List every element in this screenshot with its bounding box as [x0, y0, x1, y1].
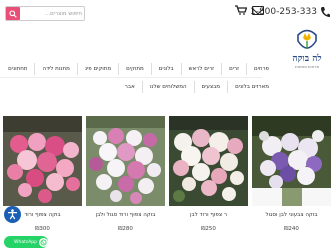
product-grid: בוקה צבעוני לבן וסגול ₪240 ר צפוף ורוד ל… — [0, 116, 336, 252]
whatsapp-label: WhatsApp — [14, 239, 37, 245]
nav-item-bouquets[interactable]: זרים — [221, 63, 246, 75]
whatsapp-icon — [39, 237, 48, 247]
phone-icon — [321, 7, 330, 17]
search-icon — [9, 9, 17, 18]
top-bar: 1-800-253-333 — [0, 0, 336, 26]
nav-item-sales[interactable]: מבצעים — [193, 81, 228, 93]
product-image[interactable] — [252, 116, 331, 206]
nav-item-flowers[interactable]: פרחים — [245, 63, 276, 75]
product-price: ₪280 — [118, 226, 133, 232]
tulip-logo-icon — [297, 29, 317, 49]
product-title[interactable]: בוקה צפוף ורוד סגול ולבן — [86, 212, 165, 218]
site-logo[interactable]: לה בוקה פרחים ומתנות — [286, 29, 328, 81]
nav-item-more[interactable]: אבר — [118, 81, 142, 93]
product-card[interactable]: ר צפוף ורוד לבן ₪250 — [169, 116, 248, 252]
nav-item-sweets[interactable]: מתוקים — [118, 63, 151, 75]
nav-item-head-wreaths[interactable]: זרים לראש — [180, 63, 221, 75]
search-input[interactable] — [20, 8, 82, 19]
secondary-nav: מארזים בלונים מבצעים המשלוחים שלנו אבר — [118, 81, 276, 93]
product-card[interactable]: בוקה צפוף ורוד סגול ולבן ₪280 — [86, 116, 165, 252]
logo-name: לה בוקה — [292, 54, 322, 64]
product-image[interactable] — [169, 116, 248, 206]
accessibility-icon — [8, 209, 17, 220]
product-title[interactable]: ר צפוף ורוד לבן — [169, 212, 248, 218]
envelope-icon[interactable] — [252, 6, 264, 15]
product-image[interactable] — [86, 116, 165, 206]
nav-item-birth-gifts[interactable]: מתנות לידה — [34, 63, 76, 75]
nav-item-sweets-2[interactable]: מתוקים פינ — [76, 63, 118, 75]
accessibility-button[interactable] — [4, 206, 21, 223]
cart-icon[interactable] — [235, 5, 247, 15]
search-button[interactable] — [6, 7, 20, 20]
product-title[interactable]: בוקה צבעוני לבן וסגול — [252, 212, 331, 218]
logo-subtitle: פרחים ומתנות — [295, 64, 319, 69]
product-card[interactable]: בוקה צפוף ורוד ₪300 — [3, 116, 82, 252]
product-price: ₪250 — [201, 226, 216, 232]
product-card[interactable]: בוקה צבעוני לבן וסגול ₪240 — [252, 116, 331, 252]
nav-item-underwear[interactable]: תחתונים — [1, 63, 34, 75]
nav-item-balloon-packs[interactable]: מארזים בלונים — [227, 81, 276, 93]
nav-item-our-deliveries[interactable]: המשלוחים שלנו — [141, 81, 194, 93]
nav-item-balloons[interactable]: בלונים — [150, 63, 181, 75]
nav-divider — [0, 77, 262, 78]
product-image[interactable] — [3, 116, 82, 206]
main-nav: פרחים זרים זרים לראש בלונים מתוקים מתוקי… — [1, 63, 276, 75]
search-box — [5, 6, 85, 21]
whatsapp-button[interactable]: WhatsApp — [4, 236, 48, 248]
product-price: ₪300 — [35, 226, 50, 232]
product-price: ₪240 — [284, 226, 299, 232]
